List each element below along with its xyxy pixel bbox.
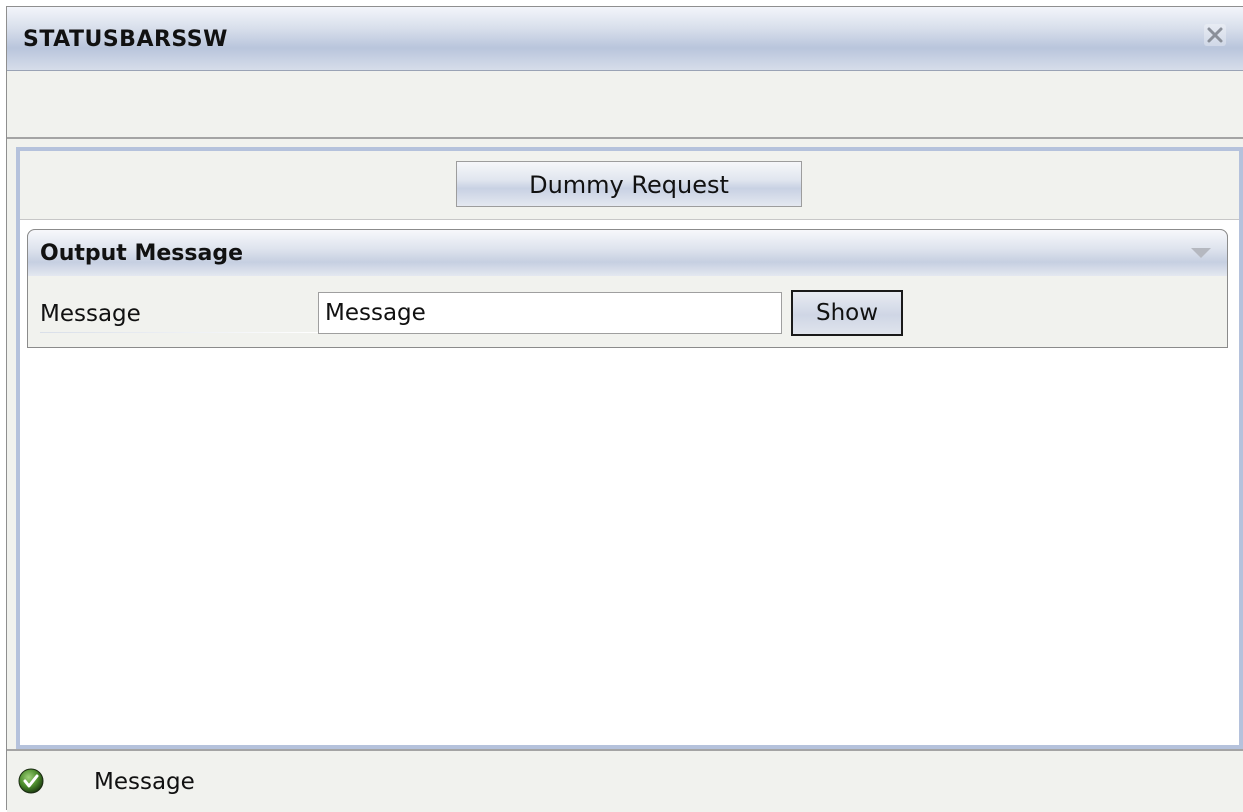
group-title: Output Message bbox=[40, 241, 243, 266]
group-header[interactable]: Output Message bbox=[27, 229, 1228, 276]
application-window: STATUSBARSSW Dummy Request Output Messag… bbox=[6, 6, 1243, 812]
label-underline bbox=[40, 332, 318, 333]
content-panel: Dummy Request Output Message Message Sho… bbox=[16, 147, 1243, 749]
toolbar-strip bbox=[7, 71, 1243, 139]
output-message-group: Output Message Message Show bbox=[27, 229, 1228, 348]
window-title: STATUSBARSSW bbox=[23, 27, 228, 52]
dummy-request-button[interactable]: Dummy Request bbox=[456, 161, 802, 207]
close-icon[interactable] bbox=[1203, 23, 1227, 47]
message-label: Message bbox=[40, 301, 141, 327]
collapse-icon[interactable] bbox=[1191, 248, 1211, 258]
button-row: Dummy Request bbox=[20, 151, 1239, 220]
status-bar: Message bbox=[7, 749, 1243, 812]
check-icon bbox=[18, 768, 44, 794]
message-input[interactable] bbox=[318, 292, 782, 334]
title-bar: STATUSBARSSW bbox=[7, 7, 1243, 71]
show-button[interactable]: Show bbox=[791, 290, 903, 336]
status-message: Message bbox=[94, 769, 195, 795]
